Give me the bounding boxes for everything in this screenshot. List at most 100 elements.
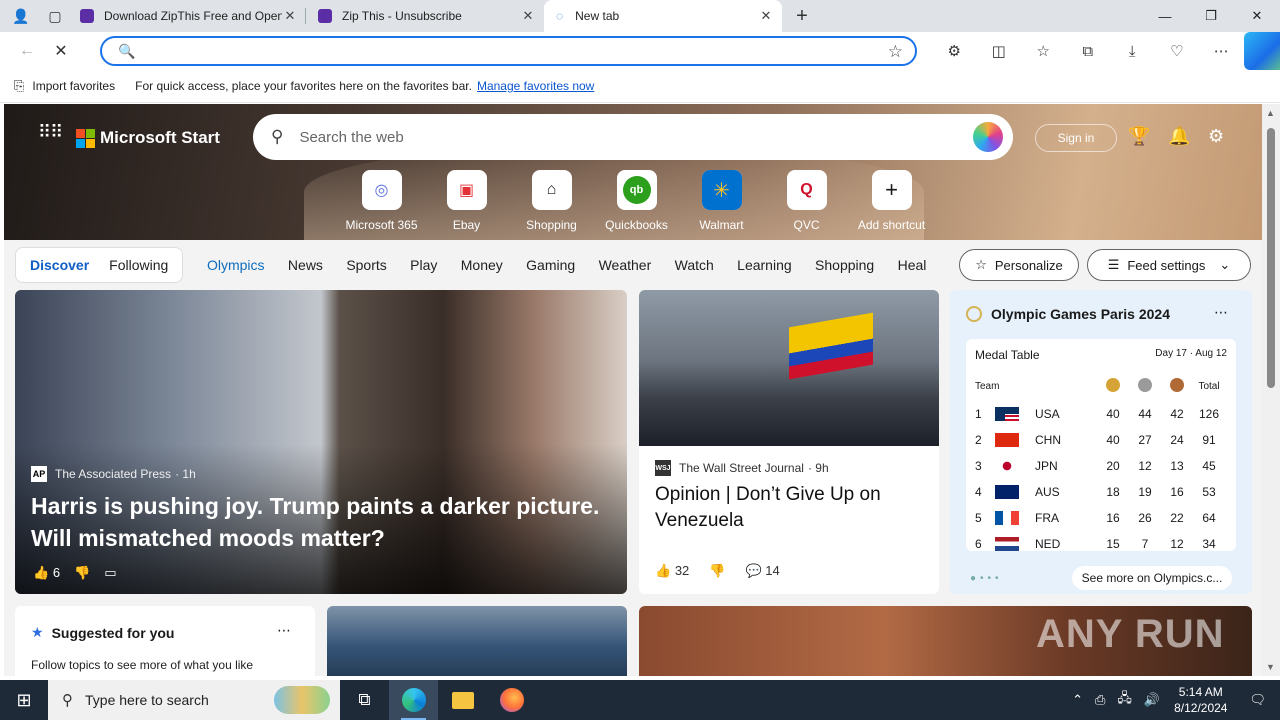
shortcut-walmart[interactable]: ✳ Walmart (679, 170, 764, 232)
team-name: AUS (1035, 485, 1060, 499)
category-play[interactable]: Play (398, 257, 449, 273)
category-olympics[interactable]: Olympics (195, 257, 276, 273)
shortcut-quickbooks[interactable]: qb Quickbooks (594, 170, 679, 232)
taskbar-search[interactable]: ⚲ Type here to search (48, 680, 340, 720)
shortcut-ebay[interactable]: ▣ Ebay (424, 170, 509, 232)
task-view-icon[interactable]: ⧉ (340, 680, 389, 720)
close-tab-icon[interactable]: ✕ (520, 8, 536, 24)
collections-icon[interactable]: ⧉ (1066, 32, 1111, 70)
medal-table[interactable]: Medal Table Day 17 · Aug 12 Team Total 1… (966, 339, 1236, 551)
carousel-dots[interactable]: ●••• (970, 573, 1003, 584)
maximize-button[interactable]: ❐ (1188, 0, 1234, 32)
ebay-bag-icon: ▣ (446, 170, 487, 210)
category-money[interactable]: Money (449, 257, 514, 273)
web-search-box[interactable]: ⚲ Search the web (253, 114, 1013, 160)
like-button[interactable]: 👍 6 (33, 565, 60, 581)
profile-icon[interactable]: 👤 (8, 3, 34, 29)
scroll-up-arrow-icon[interactable]: ▲ (1266, 108, 1275, 118)
scroll-down-arrow-icon[interactable]: ▼ (1266, 662, 1275, 672)
wsj-story-card[interactable]: WSJ The Wall Street Journal · 9h Opinion… (639, 290, 939, 594)
category-health[interactable]: Heal (886, 257, 938, 273)
tab-zipthis-unsubscribe[interactable]: Zip This - Unsubscribe ✕ (306, 0, 544, 32)
manage-favorites-link[interactable]: Manage favorites now (477, 79, 594, 93)
like-button[interactable]: 👍 32 (655, 563, 689, 579)
category-gaming[interactable]: Gaming (514, 257, 586, 273)
settings-gear-icon[interactable]: ⚙ (1208, 126, 1224, 147)
stop-loading-button[interactable]: ✕ (46, 36, 76, 66)
browser-essentials-icon[interactable]: ♡ (1155, 32, 1200, 70)
comments-button[interactable]: 💬 14 (745, 563, 779, 579)
firefox-icon[interactable] (487, 680, 536, 720)
close-tab-icon[interactable]: ✕ (758, 8, 774, 24)
network-icon[interactable]: 🖧 (1111, 689, 1138, 711)
tab-strip: 👤 ▢ Download ZipThis Free and Open ✕ Zip… (0, 0, 1280, 32)
comment-off-icon[interactable]: ▭ (104, 565, 116, 581)
category-weather[interactable]: Weather (587, 257, 663, 273)
more-options-icon[interactable]: ⋯ (1214, 304, 1228, 321)
category-watch[interactable]: Watch (663, 257, 726, 273)
minimize-button[interactable]: — (1142, 0, 1188, 32)
windows-start-button[interactable]: ⊞ (0, 680, 48, 720)
category-sports[interactable]: Sports (335, 257, 399, 273)
australia-flag-icon (995, 485, 1019, 499)
edge-taskbar-icon[interactable] (389, 680, 438, 720)
tab-actions-icon[interactable]: ▢ (42, 3, 68, 29)
suggested-header: ★ Suggested for you (31, 624, 174, 641)
address-bar[interactable]: 🔍 ☆ (100, 36, 917, 66)
team-name: CHN (1035, 433, 1061, 447)
olympics-icon (966, 306, 982, 322)
feed-settings-button[interactable]: ☰ Feed settings ⌄ (1087, 249, 1251, 281)
personalize-button[interactable]: ☆ Personalize (959, 249, 1079, 281)
page-scrollbar[interactable]: ▲ ▼ (1262, 104, 1280, 676)
meet-now-icon[interactable]: ⎙ (1089, 692, 1111, 708)
like-count: 32 (674, 563, 690, 578)
copilot-button[interactable] (1243, 32, 1280, 70)
shortcut-qvc[interactable]: Q QVC (764, 170, 849, 232)
taskbar-clock[interactable]: 5:14 AM 8/12/2024 (1166, 684, 1235, 716)
back-button[interactable]: ← (12, 36, 42, 66)
category-shopping[interactable]: Shopping (803, 257, 886, 273)
close-window-button[interactable]: ✕ (1234, 0, 1280, 32)
sign-in-button[interactable]: Sign in (1035, 124, 1117, 152)
more-menu-icon[interactable]: ⋯ (1199, 32, 1244, 70)
tab-new-tab[interactable]: ◌ New tab ✕ (544, 0, 782, 32)
notifications-bell-icon[interactable]: 🔔 (1168, 126, 1190, 147)
category-learning[interactable]: Learning (725, 257, 803, 273)
more-options-icon[interactable]: ⋯ (277, 622, 291, 639)
close-tab-icon[interactable]: ✕ (282, 8, 298, 24)
address-input[interactable] (147, 43, 848, 59)
file-explorer-icon[interactable] (438, 680, 487, 720)
show-hidden-icons-chevron-icon[interactable]: ⌃ (1066, 692, 1089, 708)
dislike-icon[interactable]: 👎 (74, 565, 90, 581)
notification-center-icon[interactable]: 🗨 (1235, 692, 1280, 708)
tab-download-zipthis[interactable]: Download ZipThis Free and Open ✕ (68, 0, 306, 32)
extensions-icon[interactable]: ⚙ (932, 32, 977, 70)
rewards-icon[interactable]: 🏆 (1128, 126, 1150, 147)
top-story-card[interactable]: AP The Associated Press · 1h Harris is p… (15, 290, 627, 594)
favorites-icon[interactable]: ☆ (1021, 32, 1066, 70)
app-launcher-icon[interactable]: ⠿⠿ (38, 123, 63, 141)
downloads-icon[interactable]: ⤓ (1110, 32, 1155, 70)
story-headline[interactable]: Opinion | Don’t Give Up on Venezuela (655, 482, 925, 534)
new-tab-button[interactable]: + (788, 2, 816, 30)
import-favorites-button[interactable]: ⎘ Import favorites (14, 78, 115, 94)
see-more-olympics-link[interactable]: See more on Olympics.c... (1072, 566, 1232, 590)
dislike-icon[interactable]: 👎 (709, 563, 725, 579)
favorite-star-icon[interactable]: ☆ (888, 42, 903, 62)
total-column-header: Total (1198, 381, 1220, 392)
copilot-icon[interactable] (973, 122, 1003, 152)
shortcut-microsoft-365[interactable]: ◎ Microsoft 365 (339, 170, 424, 232)
add-shortcut-button[interactable]: + Add shortcut (849, 170, 934, 232)
olympics-title[interactable]: Olympic Games Paris 2024 (991, 306, 1170, 322)
story-headline[interactable]: Harris is pushing joy. Trump paints a da… (31, 490, 611, 554)
microsoft-start-logo[interactable]: Microsoft Start (76, 128, 220, 148)
category-news[interactable]: News (276, 257, 334, 273)
brand-name: Microsoft Start (100, 128, 220, 147)
discover-tab[interactable]: Discover (20, 257, 99, 273)
volume-icon[interactable]: 🔊 (1138, 692, 1166, 708)
car-story-image[interactable] (327, 606, 627, 676)
scrollbar-thumb[interactable] (1267, 128, 1275, 388)
split-screen-icon[interactable]: ◫ (977, 32, 1022, 70)
shortcut-shopping[interactable]: ⌂ Shopping (509, 170, 594, 232)
following-tab[interactable]: Following (99, 257, 178, 273)
